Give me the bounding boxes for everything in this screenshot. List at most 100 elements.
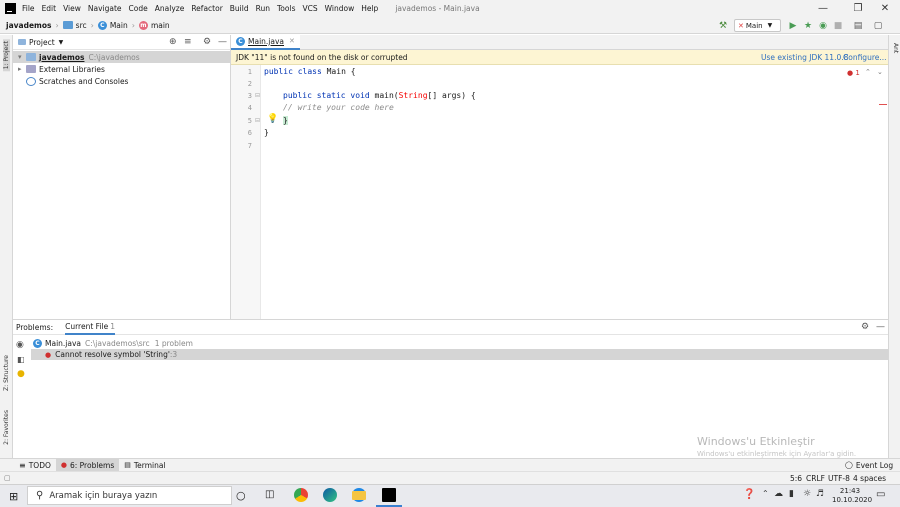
chevron-down-icon[interactable]: ▼ <box>59 39 64 46</box>
lightbulb-icon[interactable]: 💡 <box>267 114 278 124</box>
build-hammer-icon[interactable]: ⚒ <box>717 20 729 31</box>
notifications-icon[interactable]: ▭ <box>876 489 885 500</box>
breadcrumb-method[interactable]: m main <box>138 20 170 30</box>
code-editor[interactable]: public class Main { public static void m… <box>261 65 888 319</box>
menu-window[interactable]: Window <box>325 4 355 13</box>
chevron-down-icon: ▼ <box>767 22 773 29</box>
file-encoding[interactable]: UTF-8 <box>828 474 850 483</box>
breadcrumb-project[interactable]: javademos <box>6 21 51 30</box>
project-view-selector[interactable]: Project <box>29 38 55 47</box>
hide-panel-icon[interactable]: — <box>218 37 227 47</box>
minimize-icon[interactable]: — <box>808 1 838 16</box>
breadcrumb-class[interactable]: C Main <box>97 20 128 30</box>
tree-item-external-libraries[interactable]: ▸ External Libraries <box>13 63 230 75</box>
menu-view[interactable]: View <box>63 4 81 13</box>
menu-vcs[interactable]: VCS <box>302 4 317 13</box>
hide-panel-icon[interactable]: — <box>876 322 885 332</box>
fold-icon[interactable]: ⊟ <box>255 117 260 124</box>
menu-code[interactable]: Code <box>129 4 148 13</box>
close-tab-icon[interactable]: ✕ <box>289 37 295 45</box>
error-stripe-marker[interactable] <box>879 104 887 105</box>
clock-time[interactable]: 21:43 <box>838 487 862 495</box>
problem-line: :3 <box>169 350 178 359</box>
tool-window-bar: ≡ TODO ● 6: Problems ▤ Terminal ◯ Event … <box>0 458 900 472</box>
panel-toggle-icon[interactable]: ▢ <box>4 474 11 482</box>
cloud-icon[interactable]: ☁ <box>774 489 783 499</box>
battery-icon[interactable]: ▮ <box>789 489 794 499</box>
intellij-logo-icon[interactable] <box>5 3 16 14</box>
gear-icon[interactable]: ⚙ <box>861 322 869 332</box>
tree-item-project-root[interactable]: ▾ javademos C:\javademos <box>13 51 230 63</box>
windows-start-icon[interactable]: ⊞ <box>9 490 18 503</box>
use-existing-jdk-link[interactable]: Use existing JDK 11.0.8 <box>761 53 848 62</box>
tab-current-file[interactable]: Current File 1 <box>65 320 115 335</box>
intellij-taskbar-icon[interactable] <box>382 488 396 502</box>
problem-row[interactable]: ● Cannot resolve symbol 'String' :3 <box>31 349 888 360</box>
problem-file-row[interactable]: C Main.java C:\javademos\src 1 problem <box>33 338 193 349</box>
indent-setting[interactable]: 4 spaces <box>853 474 886 483</box>
menu-edit[interactable]: Edit <box>42 4 57 13</box>
menu-build[interactable]: Build <box>230 4 249 13</box>
gear-icon[interactable]: ⚙ <box>203 37 211 47</box>
network-icon[interactable]: ☼ <box>803 489 811 499</box>
restore-icon[interactable]: ❐ <box>843 1 873 16</box>
chevron-down-icon[interactable]: ⌄ <box>877 68 883 76</box>
project-structure-icon[interactable]: ▤ <box>852 20 864 31</box>
preview-icon[interactable]: ◧ <box>17 355 25 364</box>
task-view-icon[interactable]: ◫ <box>265 489 274 500</box>
terminal-tool-button[interactable]: ▤ Terminal <box>119 459 170 472</box>
event-log-button[interactable]: ◯ Event Log <box>840 459 898 472</box>
problems-tool-button[interactable]: ● 6: Problems <box>55 458 120 472</box>
chrome-icon[interactable] <box>294 488 308 502</box>
eye-icon[interactable]: ◉ <box>16 340 24 350</box>
error-indicator[interactable]: ● 1 <box>847 69 860 77</box>
menu-refactor[interactable]: Refactor <box>191 4 222 13</box>
help-icon[interactable]: ❓ <box>743 489 755 500</box>
menu-tools[interactable]: Tools <box>277 4 295 13</box>
breadcrumb-src[interactable]: src <box>62 21 87 30</box>
debug-icon[interactable]: ★ <box>802 20 814 31</box>
ant-tool-tab[interactable]: Ant <box>892 43 899 53</box>
structure-tool-tab[interactable]: Z: Structure <box>3 355 10 391</box>
run-icon[interactable]: ▶ <box>787 20 799 31</box>
chevron-right-icon[interactable]: ▸ <box>18 65 26 73</box>
coverage-icon[interactable]: ◉ <box>817 20 829 31</box>
tab-main-java[interactable]: C Main.java ✕ <box>231 34 300 50</box>
problem-file-name: Main.java <box>45 339 82 348</box>
caret-position[interactable]: 5:6 <box>790 474 802 483</box>
menu-run[interactable]: Run <box>256 4 270 13</box>
todo-tool-button[interactable]: ≡ TODO <box>14 459 56 472</box>
code-line-1: public class Main { <box>264 67 356 76</box>
configure-link[interactable]: Configure... <box>843 53 887 62</box>
folder-icon <box>62 21 73 29</box>
stop-icon[interactable]: ■ <box>832 20 844 31</box>
line-number: 1 <box>247 68 252 76</box>
chevron-up-icon[interactable]: ⌃ <box>865 68 871 76</box>
taskbar-search-box[interactable]: ⚲ Aramak için buraya yazın <box>27 486 232 505</box>
file-explorer-icon[interactable] <box>352 491 366 500</box>
tree-item-scratches[interactable]: Scratches and Consoles <box>13 75 230 87</box>
chevron-down-icon[interactable]: ▾ <box>18 53 26 61</box>
edge-icon[interactable] <box>323 488 337 502</box>
line-separator[interactable]: CRLF <box>806 474 825 483</box>
clock-date[interactable]: 10.10.2020 <box>832 496 872 504</box>
menu-analyze[interactable]: Analyze <box>155 4 185 13</box>
search-everywhere-icon[interactable]: ▢ <box>872 20 884 31</box>
unresolved-symbol[interactable]: String <box>399 91 428 100</box>
collapse-all-icon[interactable]: ≡ <box>184 37 192 47</box>
chevron-up-icon[interactable]: ⌃ <box>762 489 769 498</box>
locate-file-icon[interactable]: ⊕ <box>169 37 177 47</box>
left-tool-strip: 1: Project Z: Structure 2: Favorites <box>0 35 13 458</box>
run-config-dropdown[interactable]: ✕ Main ▼ <box>734 19 781 32</box>
favorites-tool-tab[interactable]: 2: Favorites <box>3 410 10 445</box>
fold-icon[interactable]: ⊟ <box>255 92 260 99</box>
lightbulb-icon[interactable]: ● <box>17 369 25 379</box>
close-window-icon[interactable]: ✕ <box>870 1 900 16</box>
menu-navigate[interactable]: Navigate <box>88 4 122 13</box>
volume-icon[interactable]: ♬ <box>816 489 824 499</box>
cortana-icon[interactable]: ○ <box>236 489 246 502</box>
menu-help[interactable]: Help <box>361 4 378 13</box>
menu-file[interactable]: File <box>22 4 35 13</box>
project-tool-tab[interactable]: 1: Project <box>3 39 10 72</box>
line-number: 3 <box>247 92 252 100</box>
